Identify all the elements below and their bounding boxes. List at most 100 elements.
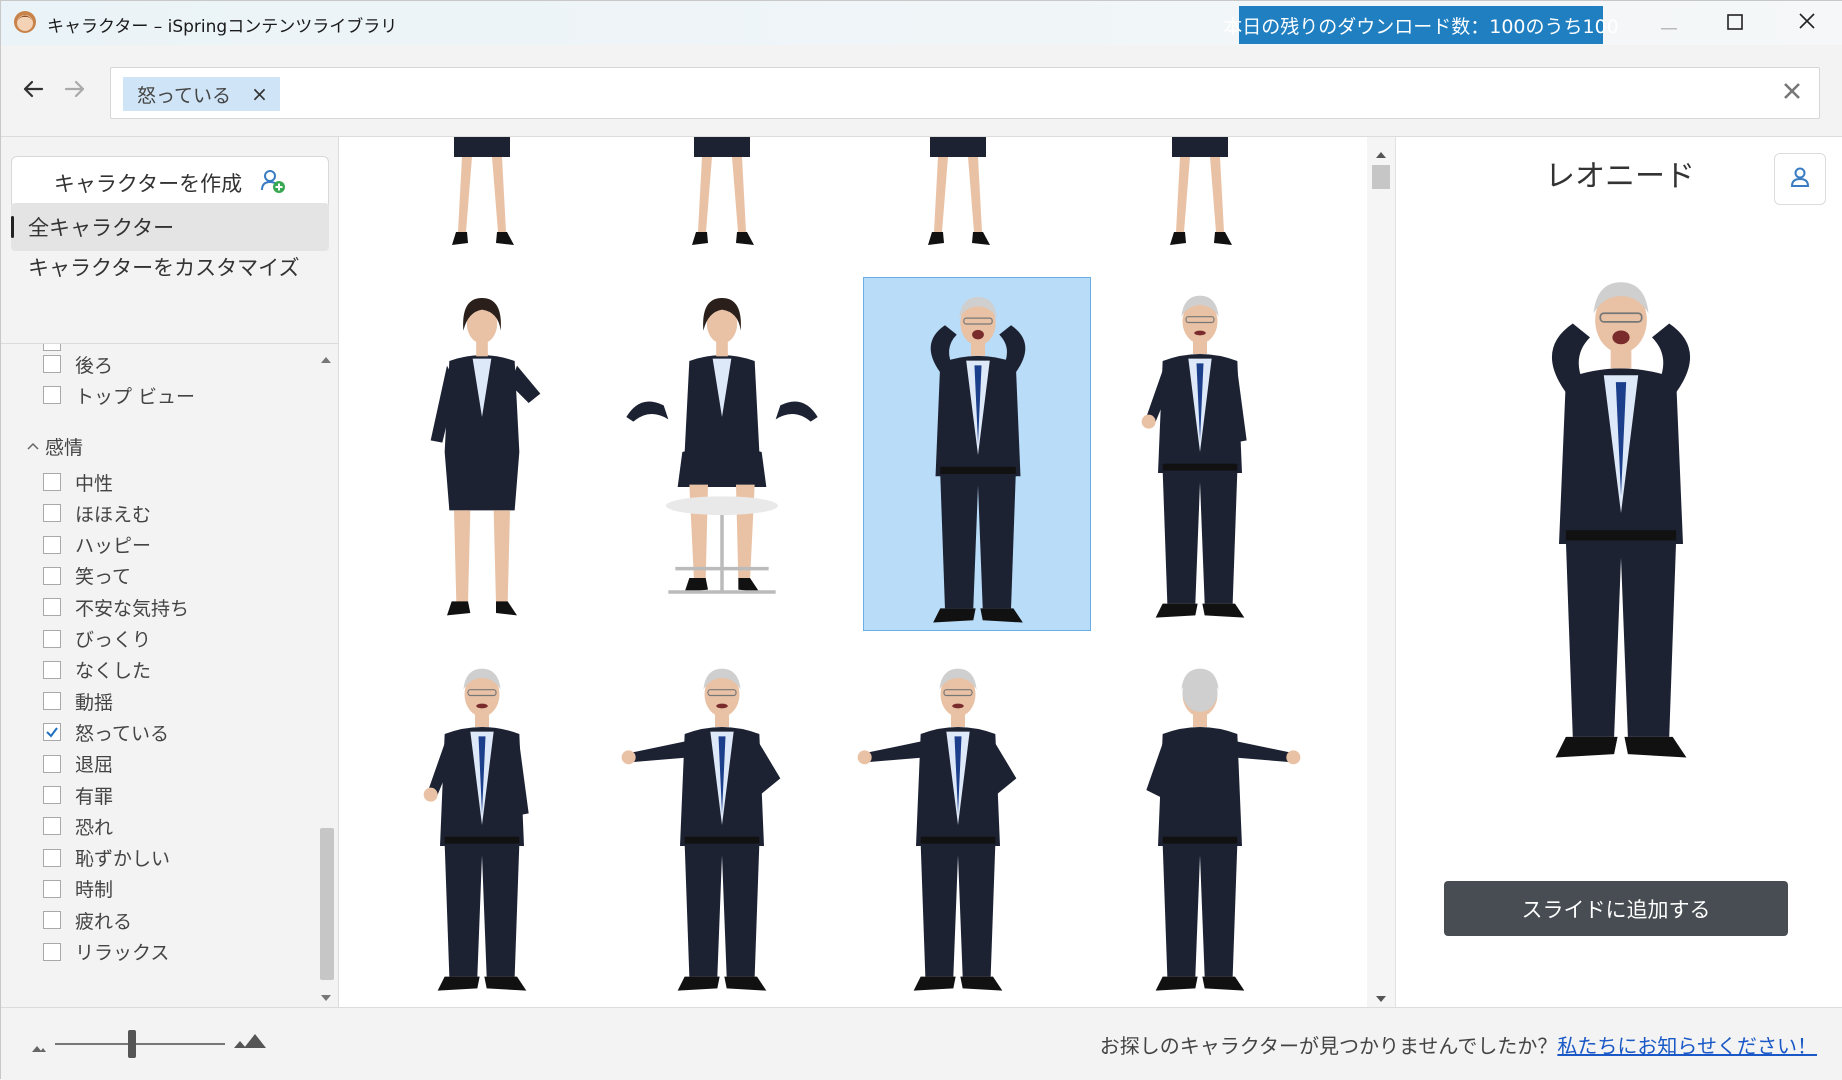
scroll-down-icon[interactable] [320,988,332,1007]
filter-option[interactable]: 怒っている [43,718,169,746]
filter-option[interactable]: 笑って [43,562,131,590]
add-user-icon [260,168,286,199]
filter-option[interactable]: ほほえむ [43,499,151,527]
character-tile[interactable] [377,645,587,1005]
character-image [857,668,1017,991]
checkbox[interactable] [43,504,61,523]
checkbox[interactable] [43,566,61,585]
close-window-button[interactable] [1773,1,1841,45]
checkbox[interactable] [43,942,61,961]
filter-option[interactable]: 時制 [43,875,113,903]
add-to-slide-button[interactable]: スライドに追加する [1444,881,1788,936]
minimize-icon [1661,11,1677,35]
filter-option-label: 中性 [75,472,114,495]
check-icon [46,727,58,738]
character-details-panel: レオニード スライドに追加する [1395,137,1842,1007]
minimize-button[interactable] [1635,1,1703,45]
checkbox[interactable] [43,629,61,648]
filter-option-label: 時制 [75,879,114,902]
filter-option[interactable]: 有罪 [43,781,113,809]
character-image [621,668,781,991]
checkbox[interactable] [43,911,61,930]
filter-panel: 後ろトップ ビュー感情中性ほほえむハッピー笑って不安な気持ちびっくりなくした動揺… [1,343,339,1007]
filter-option[interactable]: 中性 [43,468,113,496]
filter-option[interactable]: トップ ビュー [43,381,195,409]
filter-option-label: 動揺 [75,691,114,714]
title-bar: キャラクター – iSpringコンテンツライブラリ 本日の残りのダウンロード数… [1,1,1842,45]
character-tile[interactable] [617,137,827,247]
character-tile[interactable] [617,645,827,1005]
create-character-button[interactable]: キャラクターを作成 [11,156,329,210]
sidebar-scrollbar[interactable] [315,350,337,1001]
checkbox[interactable] [43,848,61,867]
character-image [430,298,541,616]
checkbox[interactable] [43,473,61,491]
remove-tag-icon[interactable]: × [251,82,268,106]
filter-option-label: びっくり [75,629,152,651]
forward-button[interactable] [59,75,91,107]
zoom-slider[interactable] [55,1043,225,1045]
filter-option-label: ハッピー [75,535,152,558]
search-tag-label: 怒っている [137,84,232,107]
filter-option[interactable]: ハッピー [43,531,151,559]
checkbox[interactable] [43,786,61,804]
search-input[interactable]: 怒っている × [110,67,1820,119]
filter-option[interactable]: 退屈 [43,750,113,778]
filter-option-label: 笑って [75,566,132,589]
character-tile[interactable] [617,277,827,627]
checkbox[interactable] [43,754,61,773]
filter-option[interactable]: リラックス [43,938,169,966]
clear-search-button[interactable] [1777,78,1807,108]
character-image [1141,295,1247,618]
character-tile[interactable] [853,137,1063,247]
checkbox[interactable] [43,817,61,836]
checkbox[interactable] [43,598,61,617]
zoom-out-icon[interactable] [31,1038,47,1057]
maximize-button[interactable] [1701,1,1769,45]
grid-scroll-thumb[interactable] [1372,165,1390,189]
checkbox[interactable] [43,386,61,404]
user-icon [1789,166,1811,192]
checkbox[interactable] [43,660,61,679]
grid-scroll-down-icon[interactable] [1375,989,1387,1008]
character-tile[interactable] [377,137,587,247]
sidebar-menu-item[interactable]: キャラクターをカスタマイズ [11,243,329,291]
character-tile[interactable] [853,645,1063,1005]
window-title: キャラクター – iSpringコンテンツライブラリ [47,17,398,37]
checkbox[interactable] [43,879,61,898]
zoom-slider-thumb[interactable] [127,1030,136,1058]
chevron-up-icon [27,439,39,454]
filter-option[interactable]: 動揺 [43,687,113,715]
zoom-in-icon[interactable] [233,1032,269,1054]
filter-option[interactable]: 恥ずかしい [43,844,170,872]
character-grid [339,137,1367,1007]
filter-option[interactable]: びっくり [43,625,151,653]
filter-option[interactable]: 恐れ [43,812,113,840]
status-bar: お探しのキャラクターが見つかりませんでしたか？私たちにお知らせください！ [1,1007,1842,1080]
character-tile[interactable] [1095,277,1305,627]
filter-option[interactable]: なくした [43,656,151,684]
character-tile[interactable] [863,277,1091,631]
character-tile[interactable] [1095,137,1305,247]
checkbox-checked[interactable] [43,723,61,742]
sidebar-scroll-thumb[interactable] [320,828,334,980]
checkbox[interactable] [43,535,61,554]
feedback-link[interactable]: 私たちにお知らせください！ [1557,1034,1817,1058]
grid-scrollbar[interactable] [1367,137,1395,1007]
sidebar-menu-label: キャラクターをカスタマイズ [28,256,300,280]
emotion-section-header[interactable]: 感情 [27,432,83,460]
character-profile-button[interactable] [1774,153,1826,205]
back-button[interactable] [17,75,49,107]
character-tile[interactable] [1095,645,1305,1005]
character-image [423,668,529,991]
character-image [452,137,514,245]
filter-option[interactable]: 不安な気持ち [43,593,189,621]
checkbox[interactable] [43,355,61,373]
feedback-hint-text: お探しのキャラクターが見つかりませんでしたか？ [1099,1034,1558,1058]
scroll-up-icon[interactable] [320,350,332,369]
checkbox[interactable] [43,692,61,711]
filter-option[interactable]: 疲れる [43,906,132,934]
character-tile[interactable] [377,277,587,627]
grid-scroll-up-icon[interactable] [1375,145,1387,164]
filter-option[interactable]: 後ろ [43,350,113,378]
